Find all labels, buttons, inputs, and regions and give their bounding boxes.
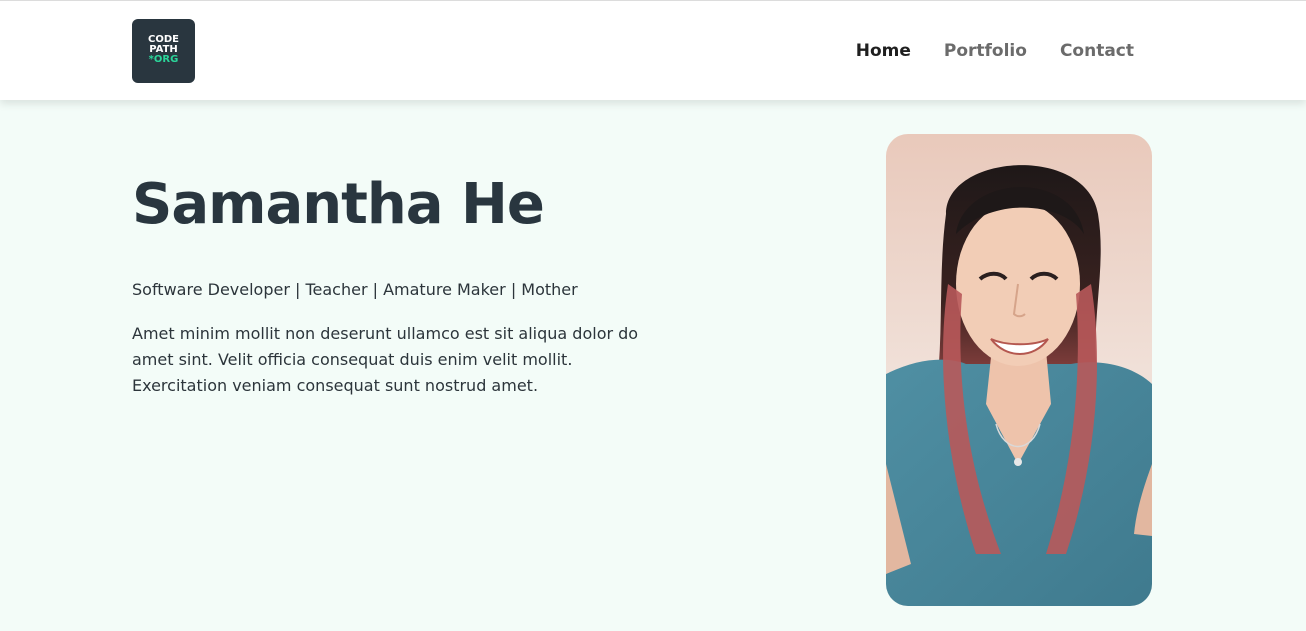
- hero-name: Samantha He: [132, 172, 545, 237]
- nav-home-link[interactable]: Home: [856, 39, 911, 63]
- logo-line-3: *ORG: [148, 54, 179, 65]
- hero-tagline: Software Developer | Teacher | Amature M…: [132, 280, 578, 299]
- site-header: CODE PATH *ORG Home Portfolio Contact: [0, 0, 1306, 100]
- hero-bio: Amet minim mollit non deserunt ullamco e…: [132, 324, 639, 395]
- codepath-logo[interactable]: CODE PATH *ORG: [132, 19, 195, 83]
- main-nav: Home Portfolio Contact: [856, 39, 1134, 63]
- profile-photo: [886, 134, 1152, 606]
- nav-contact-link[interactable]: Contact: [1060, 39, 1134, 63]
- nav-portfolio-link[interactable]: Portfolio: [944, 39, 1027, 63]
